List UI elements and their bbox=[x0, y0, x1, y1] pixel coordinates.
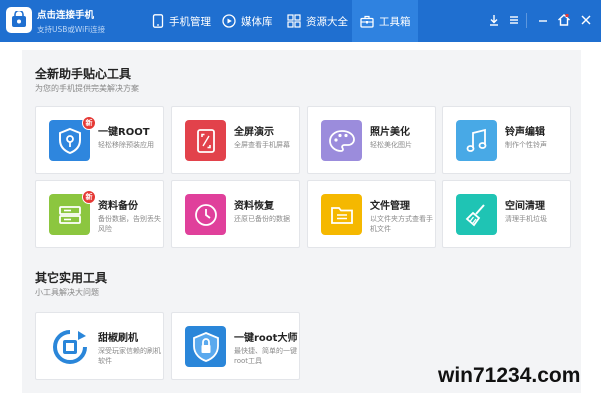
tool-name: 空间清理 bbox=[505, 201, 545, 212]
close-icon[interactable] bbox=[578, 12, 594, 28]
tool-card-file-manage[interactable]: 文件管理 以文件夹方式查看手机文件 bbox=[307, 180, 436, 248]
tool-card-data-backup[interactable]: 新 资料备份 备份数据，告别丢失风险 bbox=[35, 180, 164, 248]
home-icon[interactable] bbox=[556, 12, 572, 28]
tool-desc: 制作个性铃声 bbox=[505, 141, 547, 149]
toolbox-icon bbox=[360, 15, 374, 28]
tool-desc: 清理手机垃圾 bbox=[505, 215, 547, 223]
tool-card-tianjiao-flash[interactable]: 甜椒刷机 深受玩家信赖的刷机软件 bbox=[35, 312, 164, 380]
tool-desc: 轻松美化图片 bbox=[370, 141, 412, 149]
new-badge: 新 bbox=[82, 116, 96, 130]
clock-restore-icon bbox=[185, 194, 226, 235]
tool-desc: 深受玩家信赖的刷机软件 bbox=[98, 347, 161, 365]
connect-phone-area[interactable]: 点击连接手机 支持USB或WiFi连接 bbox=[37, 7, 105, 35]
fullscreen-icon bbox=[185, 120, 226, 161]
tool-desc: 备份数据，告别丢失风险 bbox=[98, 215, 161, 233]
tool-card-photo-beautify[interactable]: 照片美化 轻松美化图片 bbox=[307, 106, 436, 174]
connect-phone-logo-icon[interactable] bbox=[6, 7, 32, 33]
tool-name: 资料恢复 bbox=[234, 201, 274, 212]
tab-label: 媒体库 bbox=[241, 15, 273, 28]
tool-name: 甜椒刷机 bbox=[98, 333, 138, 344]
control-divider bbox=[526, 13, 527, 28]
palette-icon bbox=[321, 120, 362, 161]
toolbox-content: 全新助手贴心工具 为您的手机提供完美解决方案 新 一键ROOT 轻松移除预装应用 bbox=[0, 42, 601, 402]
menu-icon[interactable] bbox=[506, 12, 522, 28]
tool-desc: 以文件夹方式查看手机文件 bbox=[370, 215, 433, 233]
site-watermark: win71234.com bbox=[438, 364, 581, 387]
broom-icon bbox=[456, 194, 497, 235]
tool-name: 一键root大师 bbox=[234, 333, 298, 344]
tool-card-root-master[interactable]: 一键root大师 最快捷、简单的一键root工具 bbox=[171, 312, 300, 380]
play-icon bbox=[222, 14, 236, 28]
phone-icon bbox=[152, 14, 164, 28]
tab-label: 资源大全 bbox=[306, 15, 348, 28]
tool-name: 文件管理 bbox=[370, 201, 410, 212]
section-title: 全新助手贴心工具 bbox=[35, 67, 132, 81]
app-title: 点击连接手机 bbox=[37, 10, 95, 21]
tab-label: 手机管理 bbox=[169, 15, 211, 28]
tool-name: 全屏演示 bbox=[234, 127, 274, 138]
section-subtitle: 为您的手机提供完美解决方案 bbox=[35, 84, 139, 93]
section-subtitle: 小工具解决大问题 bbox=[35, 288, 99, 297]
flash-rom-icon bbox=[49, 326, 90, 367]
grid-icon bbox=[287, 14, 301, 28]
tool-name: 一键ROOT bbox=[98, 127, 150, 138]
section-title: 其它实用工具 bbox=[35, 271, 108, 285]
tool-name: 铃声编辑 bbox=[505, 127, 545, 138]
title-bar: 点击连接手机 支持USB或WiFi连接 手机管理 媒体库 资源大全 工具箱 bbox=[0, 0, 601, 42]
tool-desc: 轻松移除预装应用 bbox=[98, 141, 154, 149]
tab-media-library[interactable]: 媒体库 bbox=[214, 0, 281, 42]
tool-name: 照片美化 bbox=[370, 127, 410, 138]
folder-icon bbox=[321, 194, 362, 235]
tab-resources[interactable]: 资源大全 bbox=[279, 0, 356, 42]
tab-toolbox[interactable]: 工具箱 bbox=[352, 0, 418, 42]
tab-phone-manage[interactable]: 手机管理 bbox=[144, 0, 219, 42]
minimize-icon[interactable] bbox=[535, 12, 551, 28]
app-subtitle: 支持USB或WiFi连接 bbox=[37, 25, 106, 34]
download-icon[interactable] bbox=[486, 12, 502, 28]
music-note-icon bbox=[456, 120, 497, 161]
tool-card-space-clean[interactable]: 空间清理 清理手机垃圾 bbox=[442, 180, 571, 248]
tool-name: 资料备份 bbox=[98, 201, 138, 212]
tool-card-fullscreen-demo[interactable]: 全屏演示 全屏查看手机屏幕 bbox=[171, 106, 300, 174]
new-badge: 新 bbox=[82, 190, 96, 204]
tool-card-ringtone-edit[interactable]: 铃声编辑 制作个性铃声 bbox=[442, 106, 571, 174]
tab-label: 工具箱 bbox=[379, 15, 411, 28]
tool-card-data-restore[interactable]: 资料恢复 还原已备份的数据 bbox=[171, 180, 300, 248]
toolbox-panel: 全新助手贴心工具 为您的手机提供完美解决方案 新 一键ROOT 轻松移除预装应用 bbox=[22, 50, 581, 393]
tool-desc: 还原已备份的数据 bbox=[234, 215, 290, 223]
tool-desc: 最快捷、简单的一键root工具 bbox=[234, 347, 297, 365]
tool-desc: 全屏查看手机屏幕 bbox=[234, 141, 290, 149]
tool-card-one-key-root[interactable]: 新 一键ROOT 轻松移除预装应用 bbox=[35, 106, 164, 174]
root-master-icon bbox=[185, 326, 226, 367]
